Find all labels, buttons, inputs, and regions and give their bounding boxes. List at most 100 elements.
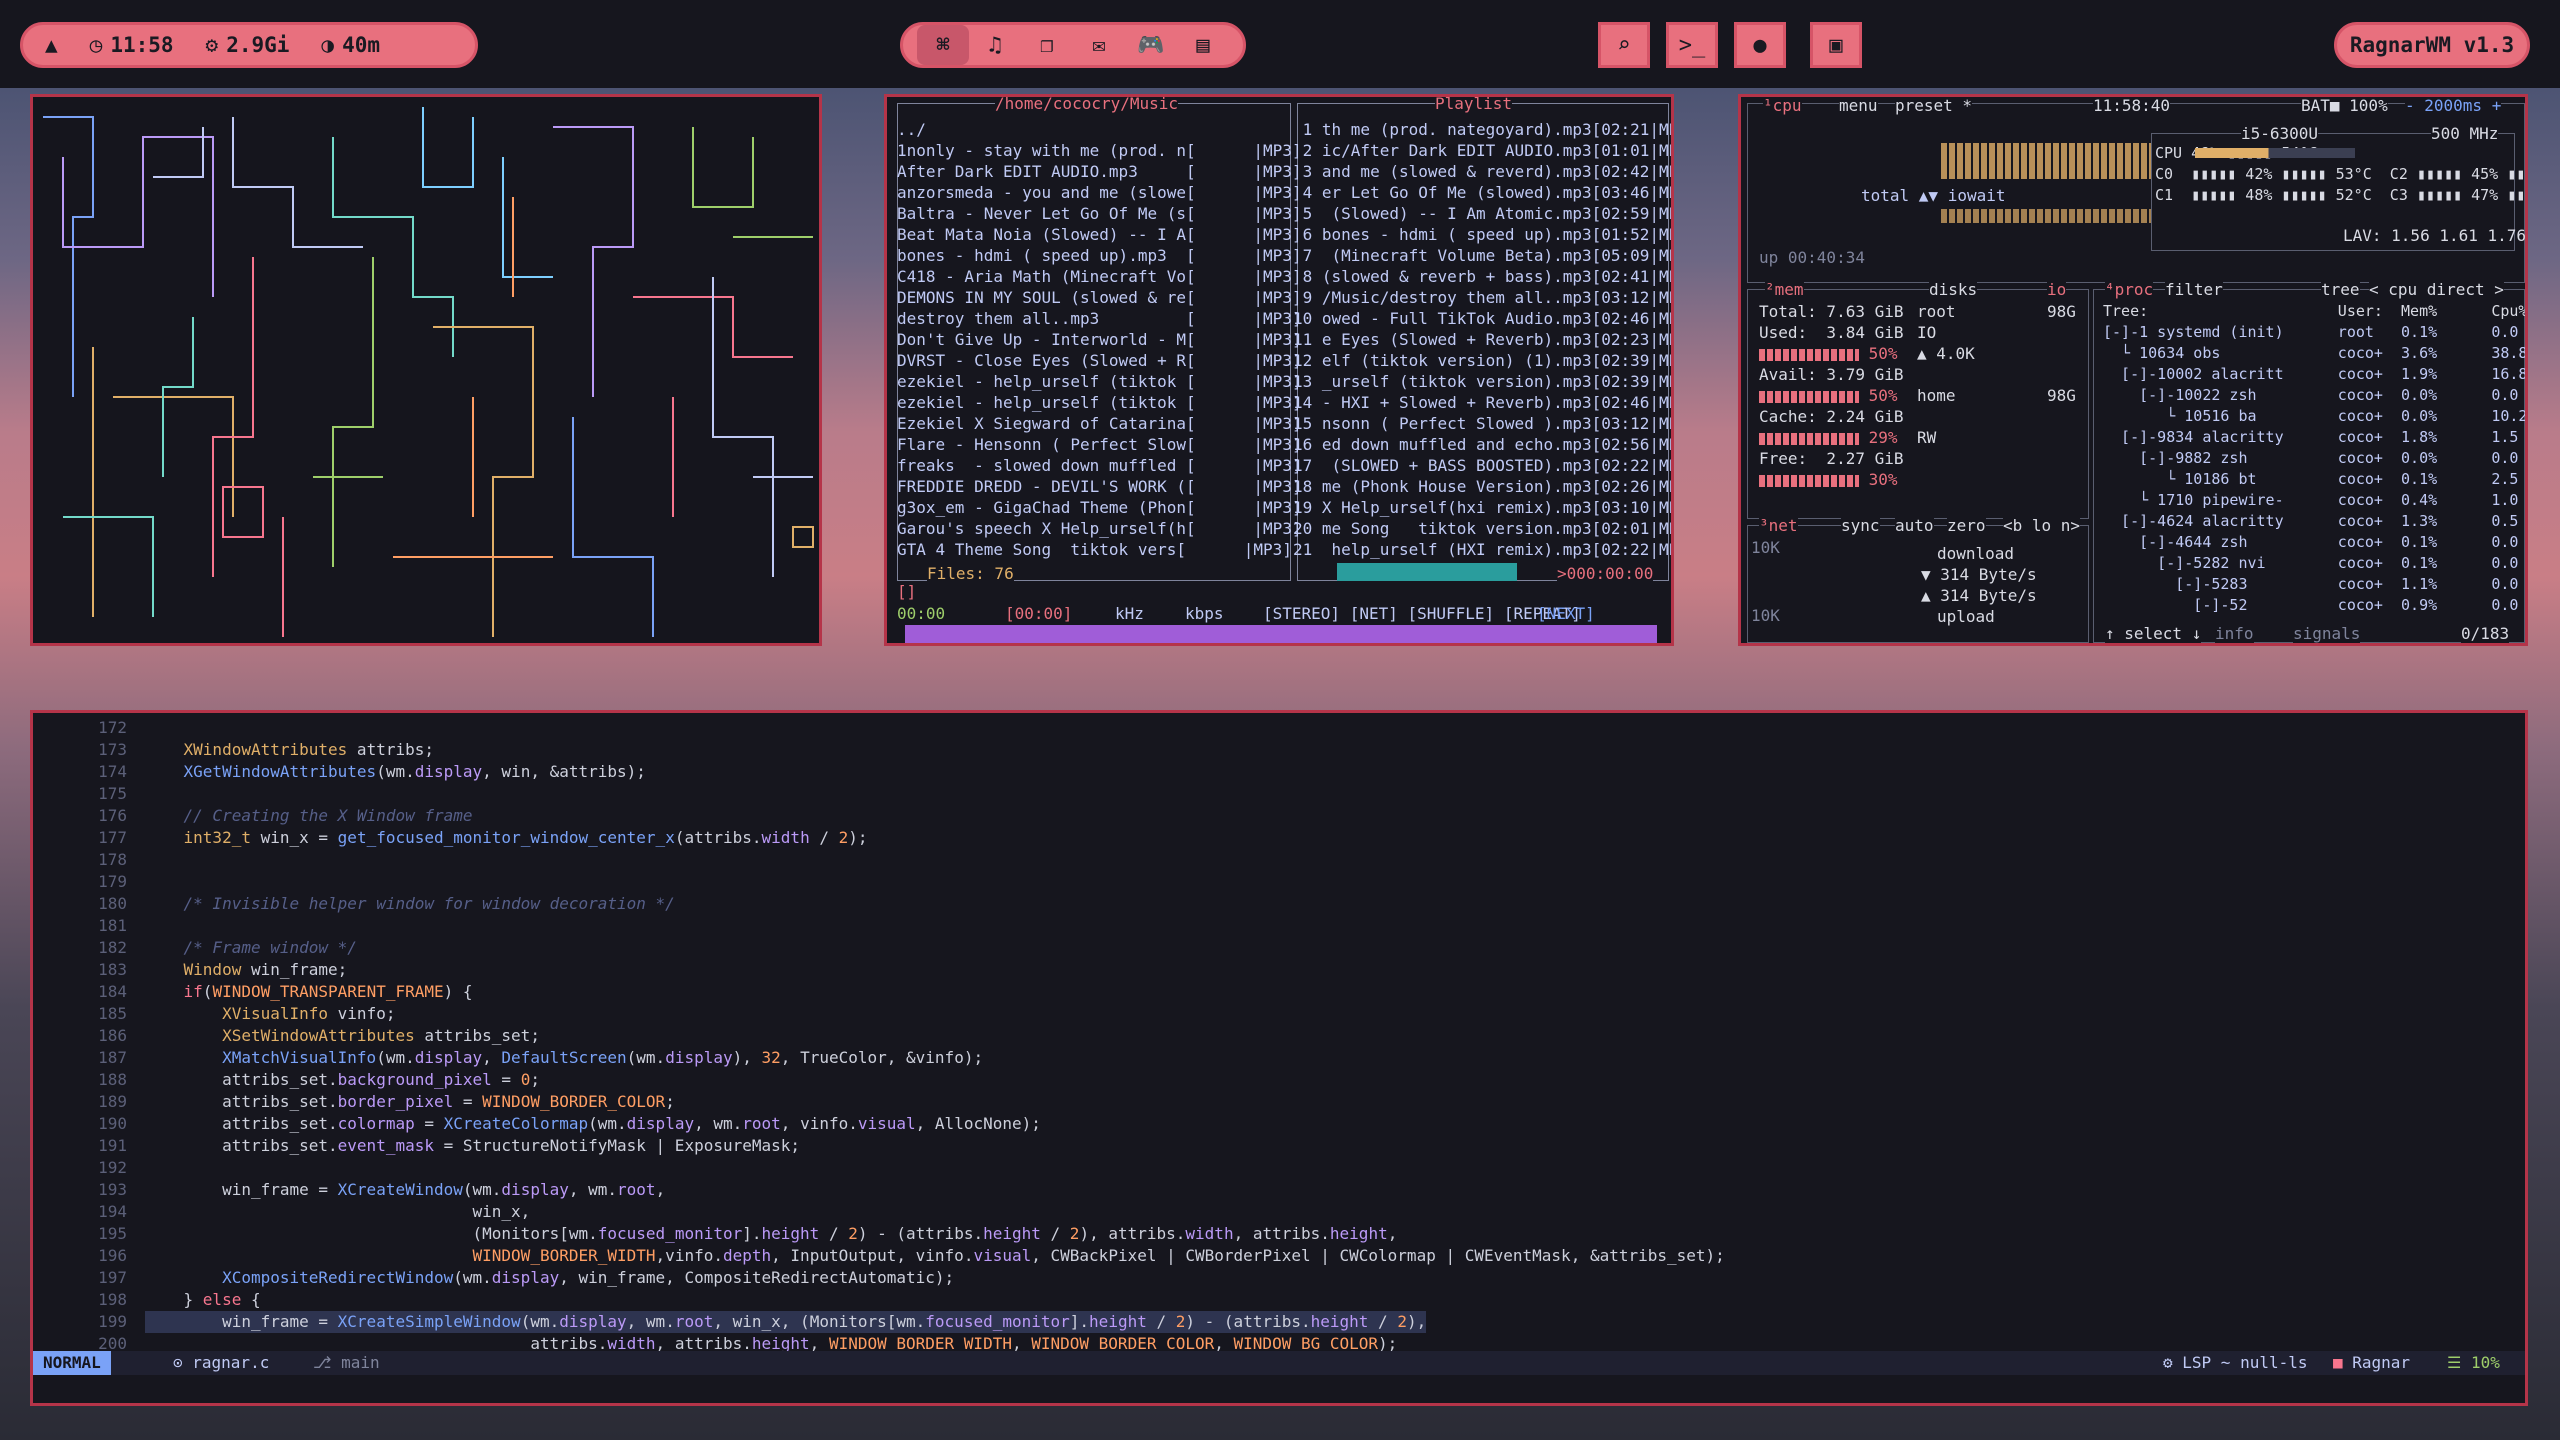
net-tab[interactable]: ³net [1759, 515, 1798, 536]
file-item[interactable]: freaks - slowed down muffled [ |MP3] [897, 455, 1302, 476]
next-button[interactable]: [NEXT] [1537, 603, 1595, 624]
code-line[interactable]: if(WINDOW_TRANSPARENT_FRAME) { [145, 981, 473, 1003]
playlist-item[interactable]: 21 help_urself (HXI remix).mp3[02:22|MP3… [1293, 539, 1671, 560]
code-line[interactable]: win_x, [145, 1201, 531, 1223]
playlist-item[interactable]: 8 (slowed & reverb + bass).mp3[02:41|MP3… [1293, 266, 1671, 287]
image-icon[interactable]: ▣ [1810, 22, 1862, 68]
file-item[interactable]: Garou's speech X Help_urself(h[ |MP3] [897, 518, 1302, 539]
search-icon[interactable]: ⌕ [1598, 22, 1650, 68]
playlist-item[interactable]: 20 me Song tiktok version.mp3[02:01|MP3] [1293, 518, 1671, 539]
file-item[interactable]: DVRST - Close Eyes (Slowed + R[ |MP3] [897, 350, 1302, 371]
file-item[interactable]: ezekiel - help_urself (tiktok [ |MP3] [897, 392, 1302, 413]
workspace-1-vim-icon[interactable]: ⌘ [917, 25, 969, 65]
code-line[interactable]: win_frame = XCreateWindow(wm.display, wm… [145, 1179, 665, 1201]
proc-info[interactable]: info [2215, 623, 2254, 643]
code-line[interactable]: int32_t win_x = get_focused_monitor_wind… [145, 827, 868, 849]
preset-button[interactable]: preset * [1895, 97, 1973, 116]
playlist-item[interactable]: 9 /Music/destroy them all..mp3[03:12|MP3… [1293, 287, 1671, 308]
workspace-3-copy-icon[interactable]: ❐ [1021, 25, 1073, 65]
proc-sort[interactable]: < cpu direct > [2369, 279, 2504, 300]
cpu-tab[interactable]: ¹cpu [1763, 97, 1802, 116]
io-tab[interactable]: io [2047, 279, 2067, 300]
file-item[interactable]: g3ox_em - GigaChad Theme (Phon[ |MP3] [897, 497, 1302, 518]
music-player-window[interactable]: /home/cococry/Music Playlist ../1nonly -… [884, 94, 1674, 646]
workspace-6-book-icon[interactable]: ▤ [1177, 25, 1229, 65]
net-sync[interactable]: sync [1841, 515, 1880, 536]
code-line[interactable]: attribs_set.background_pixel = 0; [145, 1069, 540, 1091]
code-line[interactable]: attribs_set.event_mask = StructureNotify… [145, 1135, 800, 1157]
disks-tab[interactable]: disks [1929, 279, 1978, 300]
code-line[interactable]: /* Frame window */ [145, 937, 357, 959]
code-line[interactable]: win_frame = XCreateSimpleWindow(wm.displ… [145, 1311, 1427, 1333]
playlist-item[interactable]: 3 and me (slowed & reverd).mp3[02:42|MP3… [1293, 161, 1671, 182]
proc-row[interactable]: [-]-52 coco+ 0.9% 0.0 [2103, 595, 2525, 616]
proc-row[interactable]: └ 10516 ba coco+ 0.0% 10.2 [2103, 406, 2525, 427]
proc-tab[interactable]: ⁴proc [2105, 279, 2154, 300]
proc-tree-toggle[interactable]: tree [2321, 279, 2360, 300]
code-line[interactable]: } else { [145, 1289, 261, 1311]
playlist-item[interactable]: 1 th me (prod. nategoyard).mp3[02:21|MP3… [1293, 119, 1671, 140]
playlist-item[interactable]: 17 (SLOWED + BASS BOOSTED).mp3[02:22|MP3… [1293, 455, 1671, 476]
code-line[interactable]: (Monitors[wm.focused_monitor].height / 2… [145, 1223, 1398, 1245]
proc-row[interactable]: [-]-4624 alacritty coco+ 1.3% 0.5 [2103, 511, 2525, 532]
file-item[interactable]: After Dark EDIT AUDIO.mp3 [ |MP3] [897, 161, 1302, 182]
proc-row[interactable]: [-]-4644 zsh coco+ 0.1% 0.0 [2103, 532, 2525, 553]
pipes-window[interactable] [30, 94, 822, 646]
file-item[interactable]: bones - hdmi ( speed up).mp3 [ |MP3] [897, 245, 1302, 266]
update-rate[interactable]: - 2000ms + [2405, 97, 2502, 116]
proc-row[interactable]: └ 10634 obs coco+ 3.6% 38.8 [2103, 343, 2525, 364]
code-line[interactable]: attribs_set.colormap = XCreateColormap(w… [145, 1113, 1041, 1135]
playlist-item[interactable]: 15 nsonn ( Perfect Slowed ).mp3[03:12|MP… [1293, 413, 1671, 434]
net-auto[interactable]: auto [1895, 515, 1934, 536]
playlist-item[interactable]: 19 X Help_urself(hxi remix).mp3[03:10|MP… [1293, 497, 1671, 518]
workspace-4-mail-icon[interactable]: ✉ [1073, 25, 1125, 65]
proc-row[interactable]: [-]-10002 alacritt coco+ 1.9% 16.8 [2103, 364, 2525, 385]
playlist-item[interactable]: 2 ic/After Dark EDIT AUDIO.mp3[01:01|MP3… [1293, 140, 1671, 161]
code-line[interactable]: XWindowAttributes attribs; [145, 739, 434, 761]
file-item[interactable]: Beat Mata Noia (Slowed) -- I A[ |MP3] [897, 224, 1302, 245]
code-line[interactable]: XCompositeRedirectWindow(wm.display, win… [145, 1267, 954, 1289]
code-line[interactable]: attribs_set.border_pixel = WINDOW_BORDER… [145, 1091, 675, 1113]
playlist-item[interactable]: 4 er Let Go Of Me (slowed).mp3[03:46|MP3… [1293, 182, 1671, 203]
code-line[interactable]: XMatchVisualInfo(wm.display, DefaultScre… [145, 1047, 983, 1069]
file-item[interactable]: DEMONS IN MY SOUL (slowed & re[ |MP3] [897, 287, 1302, 308]
file-item[interactable]: 1nonly - stay with me (prod. n[ |MP3] [897, 140, 1302, 161]
code-line[interactable]: XVisualInfo vinfo; [145, 1003, 395, 1025]
playlist-item[interactable]: 7 (Minecraft Volume Beta).mp3[05:09|MP3] [1293, 245, 1671, 266]
playlist-item[interactable]: 5 (Slowed) -- I Am Atomic.mp3[02:59|MP3] [1293, 203, 1671, 224]
proc-row[interactable]: [-]-9834 alacritty coco+ 1.8% 1.5 [2103, 427, 2525, 448]
file-item[interactable]: Don't Give Up - Interworld - M[ |MP3] [897, 329, 1302, 350]
code-line[interactable]: XGetWindowAttributes(wm.display, win, &a… [145, 761, 646, 783]
workspace-2-music-icon[interactable]: ♫ [969, 25, 1021, 65]
proc-row[interactable]: [-]-10022 zsh coco+ 0.0% 0.0 [2103, 385, 2525, 406]
code-line[interactable]: Window win_frame; [145, 959, 348, 981]
file-item[interactable]: C418 - Aria Math (Minecraft Vo[ |MP3] [897, 266, 1302, 287]
net-zero[interactable]: zero [1947, 515, 1986, 536]
file-item[interactable]: anzorsmeda - you and me (slowe[ |MP3] [897, 182, 1302, 203]
record-icon[interactable]: ● [1734, 22, 1786, 68]
proc-filter[interactable]: filter [2165, 279, 2223, 300]
code-line[interactable]: WINDOW_BORDER_WIDTH,vinfo.depth, InputOu… [145, 1245, 1725, 1267]
arch-icon[interactable]: ▲ [45, 33, 58, 57]
playlist-item[interactable]: 12 elf (tiktok version) (1).mp3[02:39|MP… [1293, 350, 1671, 371]
file-item[interactable]: Flare - Hensonn ( Perfect Slow[ |MP3] [897, 434, 1302, 455]
file-item[interactable]: Baltra - Never Let Go Of Me (s[ |MP3] [897, 203, 1302, 224]
playlist-item[interactable]: 13 _urself (tiktok version).mp3[02:39|MP… [1293, 371, 1671, 392]
proc-signals[interactable]: signals [2293, 623, 2361, 643]
menu-button[interactable]: menu [1839, 97, 1878, 116]
proc-row[interactable]: [-]-1 systemd (init) root 0.1% 0.0 [2103, 322, 2525, 343]
playlist-item[interactable]: 6 bones - hdmi ( speed up).mp3[01:52|MP3… [1293, 224, 1671, 245]
proc-row[interactable]: └ 10186 bt coco+ 0.1% 2.5 [2103, 469, 2525, 490]
file-item[interactable]: ezekiel - help_urself (tiktok [ |MP3] [897, 371, 1302, 392]
playlist-item[interactable]: 10 owed - Full TikTok Audio.mp3[02:46|MP… [1293, 308, 1671, 329]
file-item[interactable]: FREDDIE DREDD - DEVIL'S WORK ([ |MP3] [897, 476, 1302, 497]
code-line[interactable]: XSetWindowAttributes attribs_set; [145, 1025, 540, 1047]
proc-row[interactable]: [-]-9882 zsh coco+ 0.0% 0.0 [2103, 448, 2525, 469]
playlist-scrollbar[interactable] [1337, 563, 1517, 581]
playlist-item[interactable]: 16 ed down muffled and echo.mp3[02:56|MP… [1293, 434, 1671, 455]
terminal-icon[interactable]: >_ [1666, 22, 1718, 68]
mem-tab[interactable]: ²mem [1765, 279, 1804, 300]
progress-bar[interactable] [905, 625, 1657, 643]
net-interface[interactable]: <b lo n> [2003, 515, 2081, 536]
file-item[interactable]: ../ [897, 119, 1302, 140]
